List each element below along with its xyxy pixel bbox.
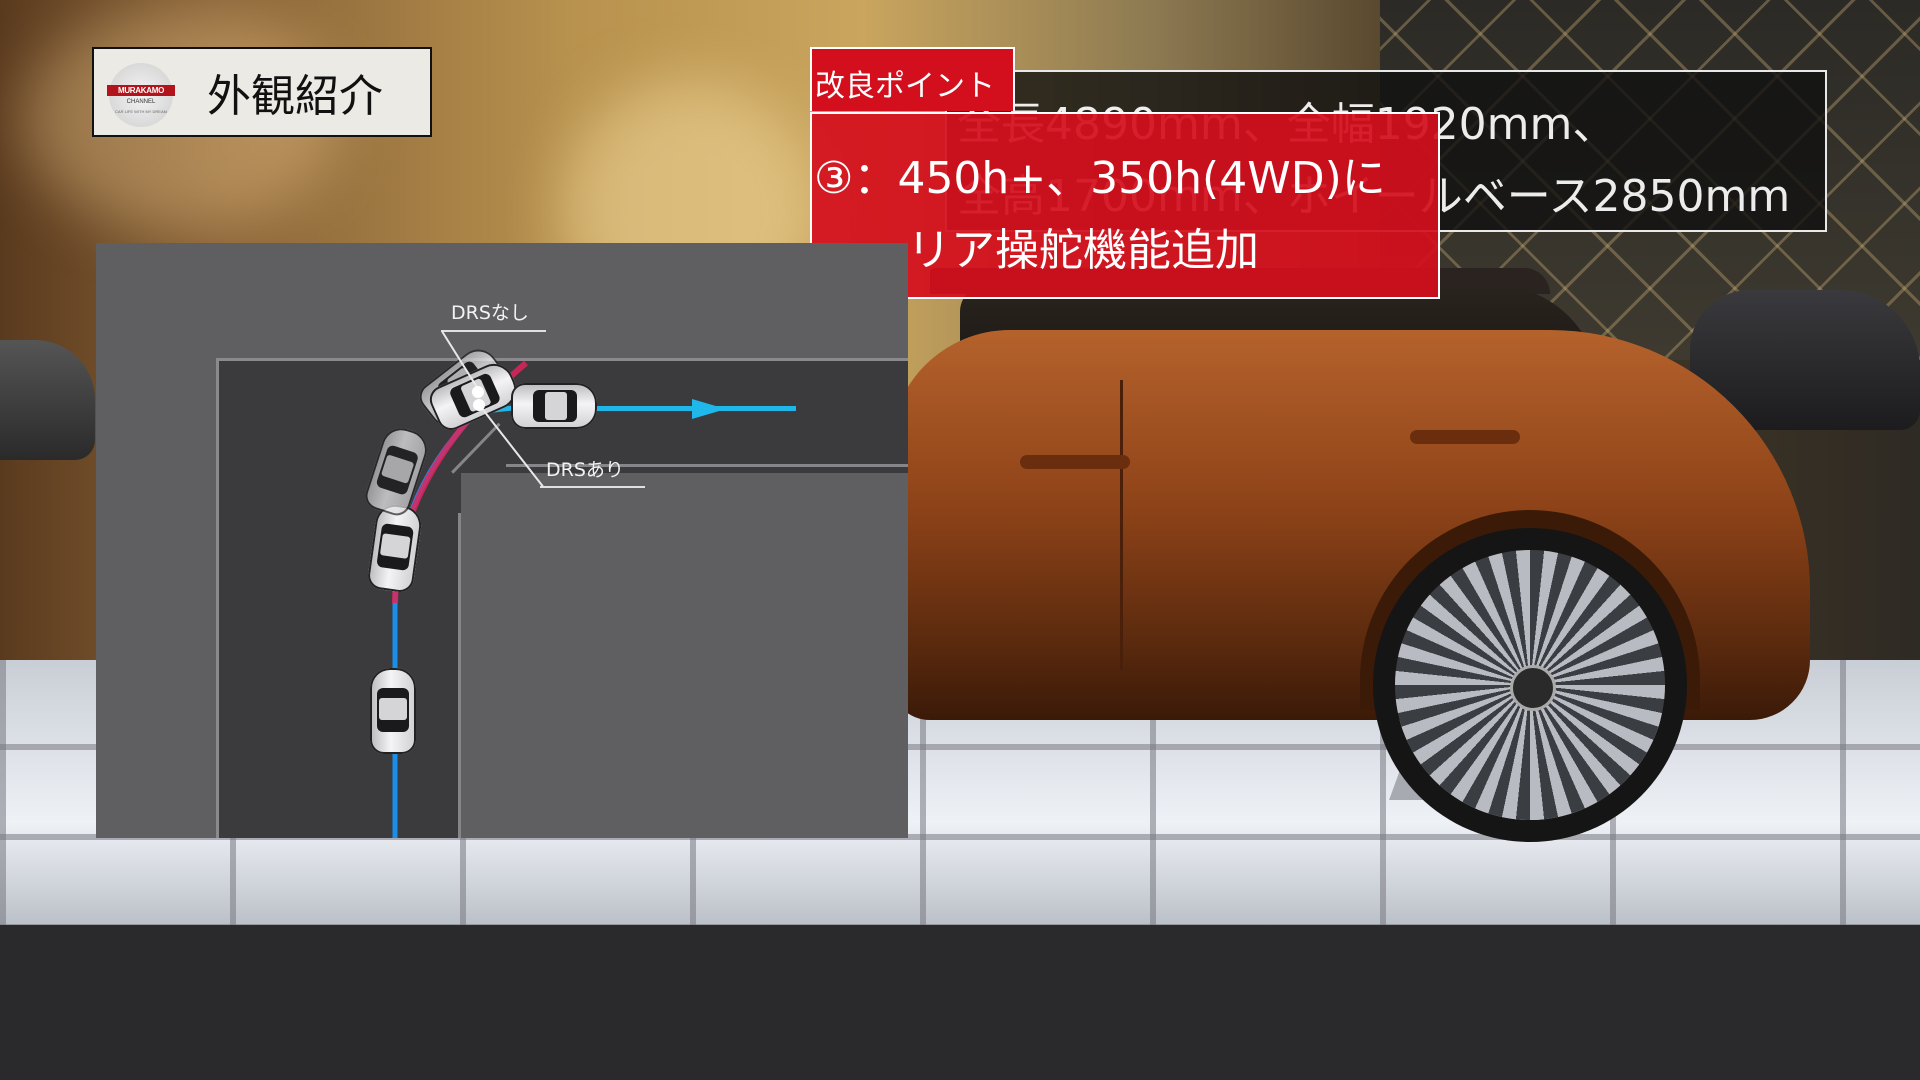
improvement-tab: 改良ポイント [810, 47, 1015, 111]
channel-logo: MURAKAMO CHANNEL CAR LIFE WITH MY DREAM [107, 63, 175, 127]
section-title: 外観紹介 [207, 71, 383, 122]
improvement-tab-label: 改良ポイント [815, 69, 995, 104]
drs-diagram: DRSなし DRSあり [96, 243, 908, 838]
turn-paths [392, 360, 567, 838]
car-wheel [1395, 550, 1665, 820]
improvement-line-1: ③：450h+、350h(4WD)に [814, 153, 1386, 204]
car-door-handle [1020, 455, 1130, 469]
pointer-dot [473, 399, 485, 411]
label-underline [540, 486, 645, 488]
caption-band [0, 925, 1920, 1080]
logo-foot: CAR LIFE WITH MY DREAM [115, 109, 167, 114]
logo-text: MURAKAMO [107, 85, 175, 96]
car-door-handle [1410, 430, 1520, 444]
path-straight [566, 406, 796, 411]
label-with-drs: DRSあり [546, 459, 624, 481]
improvement-line-2: リア操舵機能追加 [907, 225, 1259, 276]
direction-arrow [692, 399, 726, 419]
logo-sub: CHANNEL [126, 99, 156, 105]
pointer-dot [472, 386, 484, 398]
section-label: MURAKAMO CHANNEL CAR LIFE WITH MY DREAM … [92, 47, 432, 137]
label-underline [441, 330, 546, 332]
car-marker [511, 383, 597, 429]
car-marker [370, 668, 416, 754]
label-without-drs: DRSなし [451, 302, 529, 324]
car-door-line [1120, 380, 1123, 670]
